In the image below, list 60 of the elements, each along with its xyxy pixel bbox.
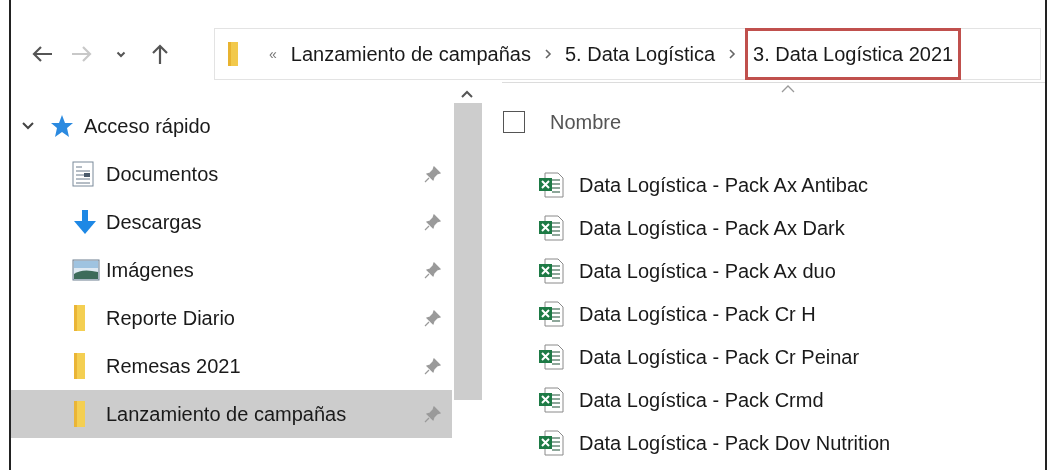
document-icon [72, 161, 94, 187]
file-row[interactable]: Data Logística - Pack Ax duo [503, 249, 1023, 292]
breadcrumb[interactable]: 5. Data Logística [560, 39, 720, 69]
file-name: Data Logística - Pack Crmd [579, 387, 824, 413]
sidebar-item[interactable]: Lanzamiento de campañas [11, 390, 452, 438]
pin-icon[interactable] [424, 357, 442, 375]
file-row[interactable]: Data Logística - Pack Cr H [503, 292, 1023, 335]
sidebar-item-label: Documentos [106, 162, 220, 187]
chevron-right-icon [543, 48, 552, 60]
sidebar-item[interactable]: Remesas 2021 [11, 342, 452, 390]
folder-icon [72, 401, 86, 427]
file-name: Data Logística - Pack Ax Dark [579, 215, 845, 241]
sidebar-item-label: Descargas [106, 210, 203, 235]
file-row[interactable]: Data Logística - Pack Ax Dark [503, 206, 1023, 249]
spreadsheet-icon [538, 429, 564, 456]
sidebar-item-label: Imágenes [106, 258, 195, 283]
sidebar-group-label[interactable]: Acceso rápido [84, 111, 211, 141]
sidebar-item-label: Remesas 2021 [106, 354, 242, 379]
select-all-checkbox[interactable] [503, 111, 525, 133]
sidebar-item[interactable]: Reporte Diario [11, 294, 452, 342]
pin-icon[interactable] [424, 213, 442, 231]
address-bar[interactable]: « Lanzamiento de campañas 5. Data Logística 3. Data Logística 2021 [214, 28, 1041, 80]
chevron-right-icon [728, 48, 737, 60]
chevron-down-icon [116, 50, 126, 58]
spreadsheet-icon [538, 343, 564, 370]
file-row[interactable]: Data Logística - Pack Dov Nutrition [503, 421, 1023, 464]
file-name: Data Logística - Pack Ax duo [579, 258, 836, 284]
pin-icon[interactable] [424, 261, 442, 279]
breadcrumb[interactable]: 3. Data Logística 2021 [745, 28, 962, 80]
spreadsheet-icon [538, 214, 564, 241]
overflow-chevron[interactable]: « [269, 43, 277, 65]
scroll-up-icon [460, 89, 474, 99]
file-row[interactable]: Data Logística - Pack Crmd [503, 378, 1023, 421]
pin-icon[interactable] [424, 165, 442, 183]
sidebar-item-label: Reporte Diario [106, 306, 236, 331]
folder-icon [227, 42, 239, 66]
file-name: Data Logística - Pack Ax Antibac [579, 172, 869, 198]
file-row[interactable]: Data Logística - Pack Cr Peinar [503, 335, 1023, 378]
sidebar-item[interactable]: Descargas [11, 198, 452, 246]
spreadsheet-icon [538, 386, 564, 413]
pin-icon[interactable] [424, 309, 442, 327]
download-arrow-icon [72, 209, 98, 235]
file-name: Data Logística - Pack Cr Peinar [579, 344, 860, 370]
pin-icon[interactable] [424, 405, 442, 423]
sidebar-item[interactable]: Documentos [11, 150, 452, 198]
spreadsheet-icon [538, 171, 564, 198]
sidebar-item-label: Lanzamiento de campañas [106, 402, 348, 427]
sidebar-item[interactable]: Imágenes [11, 246, 452, 294]
picture-icon [72, 259, 100, 281]
file-row[interactable]: Data Logística - Pack Ax Antibac [503, 163, 1023, 206]
folder-icon [72, 353, 86, 379]
folder-icon [72, 305, 86, 331]
breadcrumb[interactable]: Lanzamiento de campañas [286, 39, 535, 69]
file-name: Data Logística - Pack Cr H [579, 301, 816, 327]
spreadsheet-icon [538, 300, 564, 327]
star-icon [50, 114, 74, 138]
scrollbar-thumb[interactable] [454, 103, 482, 400]
column-header[interactable]: Nombre [550, 107, 622, 137]
file-name: Data Logística - Pack Dov Nutrition [579, 430, 891, 456]
spreadsheet-icon [538, 257, 564, 284]
